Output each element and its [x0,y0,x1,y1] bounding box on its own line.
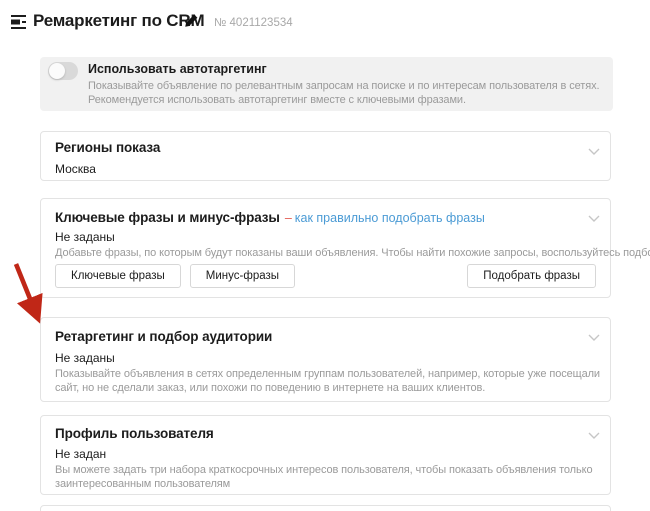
profile-description: Вы можете задать три набора краткосрочны… [55,464,600,491]
keywords-title: Ключевые фразы и минус-фразы [55,210,280,225]
retargeting-title: Ретаргетинг и подбор аудитории [55,329,272,344]
profile-card: Профиль пользователя Не задан Вы можете … [40,415,611,495]
keywords-button[interactable]: Ключевые фразы [55,264,181,288]
campaign-list-icon[interactable] [10,14,28,30]
keywords-help-link[interactable]: как правильно подобрать фразы [295,211,485,225]
chevron-down-icon[interactable] [588,143,600,161]
edit-pencil-icon[interactable] [184,13,199,28]
autotargeting-toggle[interactable] [48,62,78,80]
campaign-number: № 4021123534 [214,17,293,29]
chevron-down-icon[interactable] [588,427,600,445]
keywords-card: Ключевые фразы и минус-фразы–как правиль… [40,198,611,298]
regions-value: Москва [55,162,96,176]
retargeting-status: Не заданы [55,351,115,365]
profile-status: Не задан [55,447,106,461]
toggle-knob [49,63,65,79]
link-dash: – [285,211,292,225]
keywords-description: Добавьте фразы, по которым будут показан… [55,247,600,261]
page-title: Ремаркетинг по CRM [33,11,204,31]
chevron-down-icon[interactable] [588,329,600,347]
regions-card: Регионы показа Москва [40,131,611,181]
autotargeting-title: Использовать автотаргетинг [88,62,267,76]
autotargeting-panel: Использовать автотаргетинг Показывайте о… [40,57,613,111]
next-section-card-partial [40,505,611,511]
minus-phrases-button[interactable]: Минус-фразы [190,264,295,288]
regions-title: Регионы показа [55,140,160,155]
campaign-settings-page: Ремаркетинг по CRM № 4021123534 Использо… [0,0,650,511]
autotargeting-description: Показывайте объявление по релевантным за… [88,79,615,107]
chevron-down-icon[interactable] [588,210,600,228]
retargeting-description: Показывайте объявления в сетях определен… [55,368,600,395]
pick-phrases-button[interactable]: Подобрать фразы [467,264,596,288]
profile-title: Профиль пользователя [55,426,214,441]
keywords-status: Не заданы [55,230,115,244]
retargeting-card: Ретаргетинг и подбор аудитории Не заданы… [40,317,611,402]
